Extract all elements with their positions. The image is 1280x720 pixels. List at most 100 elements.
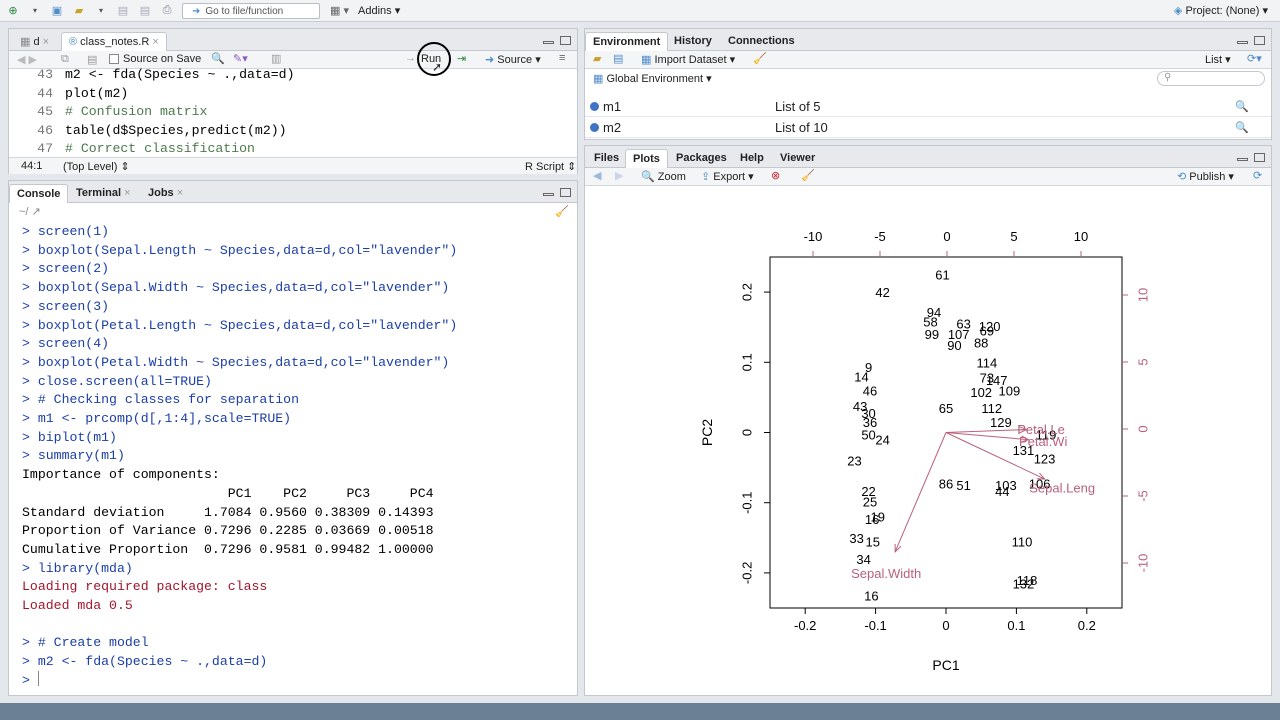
minimize-icon[interactable] bbox=[543, 41, 554, 44]
back-arrow-icon[interactable]: ◀ ▶ bbox=[17, 53, 37, 66]
working-directory[interactable]: ~/ ↗ bbox=[19, 205, 41, 218]
go-to-placeholder: Go to file/function bbox=[205, 5, 284, 17]
import-dataset-button[interactable]: ▦ Import Dataset ▾ bbox=[641, 53, 735, 66]
code-area[interactable]: 43 m2 <- fda(Species ~ .,data=d) 44 plot(m2… bbox=[9, 67, 577, 157]
tab-help[interactable]: Help bbox=[733, 149, 771, 168]
view-object-icon[interactable]: 🔍 bbox=[1235, 100, 1249, 113]
top-tick-label: -5 bbox=[874, 229, 886, 244]
console-line: Cumulative Proportion 0.7296 0.9581 0.99… bbox=[22, 541, 434, 557]
object-icon[interactable] bbox=[590, 102, 599, 111]
environment-search-input[interactable]: ⚲ bbox=[1157, 71, 1265, 86]
scope-selector[interactable]: (Top Level) ⇕ bbox=[63, 160, 130, 173]
create-project-icon[interactable]: ▣ bbox=[48, 2, 66, 20]
dropdown-caret-icon[interactable]: ▾ bbox=[26, 2, 44, 20]
tab-packages[interactable]: Packages bbox=[669, 149, 734, 168]
export-button[interactable]: ⇪ Export ▾ bbox=[701, 170, 754, 183]
open-file-icon[interactable]: ▰ bbox=[70, 2, 88, 20]
tab-plots[interactable]: Plots bbox=[625, 149, 668, 168]
compile-report-icon[interactable]: ▥ bbox=[271, 52, 281, 65]
code-line[interactable]: # Confusion matrix bbox=[65, 104, 207, 119]
go-to-file-input[interactable]: ➜ Go to file/function bbox=[182, 3, 320, 19]
grid-layout-icon[interactable]: ▦ ▾ bbox=[330, 4, 349, 17]
show-in-window-icon[interactable]: ⧉ bbox=[61, 53, 69, 66]
save-all-icon[interactable]: ▤ bbox=[136, 2, 154, 20]
load-workspace-icon[interactable]: ▰ bbox=[593, 52, 601, 65]
top-tick-label: 0 bbox=[943, 229, 950, 244]
right-tick-label: 0 bbox=[1135, 425, 1150, 432]
addins-label: Addins bbox=[358, 5, 392, 17]
tab-environment[interactable]: Environment bbox=[585, 32, 669, 51]
code-line[interactable]: m2 <- fda(Species ~ .,data=d) bbox=[65, 67, 295, 82]
save-icon[interactable]: ▤ bbox=[87, 53, 97, 66]
clear-console-icon[interactable]: 🧹 bbox=[555, 205, 569, 218]
x-tick-label: -0.1 bbox=[864, 618, 886, 633]
dropdown-caret-icon[interactable]: ▾ bbox=[92, 2, 110, 20]
source-on-save-checkbox[interactable] bbox=[109, 54, 119, 64]
maximize-icon[interactable] bbox=[1254, 36, 1265, 45]
object-icon[interactable] bbox=[590, 123, 599, 132]
zoom-button[interactable]: 🔍 Zoom bbox=[641, 170, 686, 183]
close-icon[interactable]: × bbox=[152, 36, 158, 48]
view-object-icon[interactable]: 🔍 bbox=[1235, 121, 1249, 134]
file-type-selector[interactable]: R Script ⇕ bbox=[525, 160, 576, 173]
clear-plots-icon[interactable]: 🧹 bbox=[801, 169, 815, 182]
environment-row[interactable]: m1 List of 5 🔍 bbox=[585, 96, 1271, 117]
project-menu[interactable]: ◈ Project: (None) ▾ bbox=[1174, 4, 1268, 17]
magic-wand-icon[interactable]: ✎▾ bbox=[233, 52, 248, 65]
line-number: 43 bbox=[37, 67, 53, 82]
minimize-icon[interactable] bbox=[1237, 41, 1248, 44]
minimize-icon[interactable] bbox=[1237, 158, 1248, 161]
new-file-icon[interactable]: ⊕ bbox=[4, 2, 22, 20]
save-workspace-icon[interactable]: ▤ bbox=[613, 52, 623, 65]
minimize-icon[interactable] bbox=[543, 193, 554, 196]
tab-label: Environment bbox=[593, 36, 661, 48]
tab-terminal[interactable]: Terminal × bbox=[69, 184, 138, 203]
tab-history[interactable]: History bbox=[667, 32, 719, 51]
console-output[interactable]: > screen(1) > boxplot(Sepal.Length ~ Spec… bbox=[9, 221, 577, 691]
refresh-icon[interactable]: ⟳▾ bbox=[1247, 52, 1262, 65]
tab-connections[interactable]: Connections bbox=[721, 32, 802, 51]
maximize-icon[interactable] bbox=[560, 36, 571, 45]
save-icon[interactable]: ▤ bbox=[114, 2, 132, 20]
outline-icon[interactable]: ≡ bbox=[559, 52, 565, 64]
close-icon[interactable]: × bbox=[121, 187, 130, 199]
print-icon[interactable]: ⎙ bbox=[158, 2, 176, 20]
search-icon[interactable]: 🔍 bbox=[211, 52, 225, 65]
scope-dropdown[interactable]: ▦ Global Environment ▾ bbox=[593, 72, 712, 85]
rerun-button[interactable]: ⇥ bbox=[457, 52, 466, 65]
code-line[interactable]: plot(m2) bbox=[65, 86, 128, 101]
point-label: 132 bbox=[1013, 576, 1035, 591]
source-button[interactable]: ➜ Source ▾ bbox=[485, 53, 541, 66]
code-line[interactable]: # Correct classification bbox=[65, 141, 255, 156]
remove-plot-icon[interactable]: ⊗ bbox=[771, 169, 780, 182]
console-line: Loaded mda 0.5 bbox=[22, 598, 133, 613]
previous-plot-icon[interactable]: ◀ bbox=[593, 169, 601, 182]
point-label: 86 bbox=[939, 477, 953, 492]
console-line: > screen(3) bbox=[22, 298, 110, 314]
tab-label: class_notes.R bbox=[80, 36, 150, 48]
clear-workspace-icon[interactable]: 🧹 bbox=[753, 52, 767, 65]
maximize-icon[interactable] bbox=[1254, 153, 1265, 162]
tab-class-notes[interactable]: ® class_notes.R × bbox=[61, 32, 167, 51]
tab-label: Help bbox=[740, 152, 764, 164]
zoom-label: Zoom bbox=[657, 171, 686, 183]
code-line[interactable]: table(d$Species,predict(m2)) bbox=[65, 123, 287, 138]
addins-menu[interactable]: Addins ▾ bbox=[358, 4, 400, 17]
maximize-icon[interactable] bbox=[560, 188, 571, 197]
tab-files[interactable]: Files bbox=[587, 149, 626, 168]
close-icon[interactable]: × bbox=[43, 36, 49, 48]
tab-jobs[interactable]: Jobs × bbox=[141, 184, 190, 203]
view-mode-selector[interactable]: List ▾ bbox=[1205, 53, 1231, 66]
tab-d[interactable]: ▦ d × bbox=[13, 32, 56, 51]
search-icon: ⚲ bbox=[1164, 72, 1172, 83]
next-plot-icon[interactable]: ▶ bbox=[615, 169, 623, 182]
tab-console[interactable]: Console bbox=[9, 184, 69, 203]
refresh-icon[interactable]: ⟳ bbox=[1253, 169, 1262, 182]
environment-row[interactable]: m2 List of 10 🔍 bbox=[585, 117, 1271, 138]
editor-tabbar: ▦ d × ® class_notes.R × bbox=[9, 29, 577, 51]
point-label: 129 bbox=[990, 415, 1012, 430]
publish-button[interactable]: ⟲ Publish ▾ bbox=[1177, 170, 1234, 183]
close-icon[interactable]: × bbox=[174, 187, 183, 199]
tab-viewer[interactable]: Viewer bbox=[773, 149, 822, 168]
point-label: 23 bbox=[847, 454, 861, 469]
